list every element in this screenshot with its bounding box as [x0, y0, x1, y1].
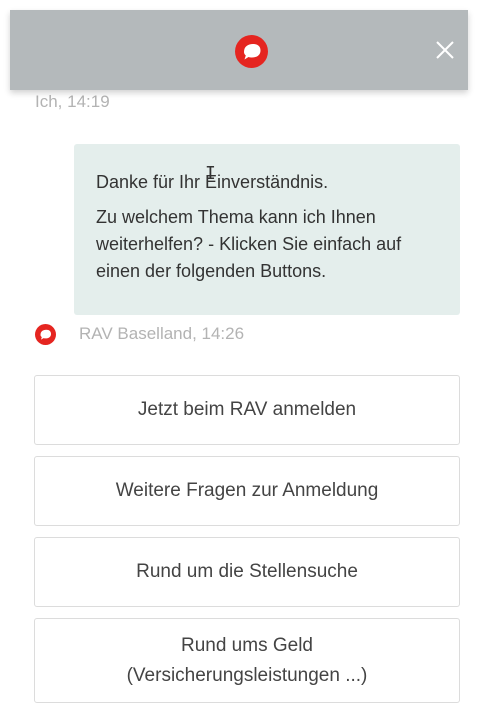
- button-label-line-1: Rund ums Geld: [180, 634, 313, 656]
- bot-message-line-1: Danke für Ihr Einverständnis.: [96, 172, 329, 192]
- bot-avatar-icon: [35, 323, 56, 345]
- button-label: Jetzt beim RAV anmelden: [137, 399, 357, 420]
- job-search-button[interactable]: Rund um die Stellensuche: [34, 537, 460, 607]
- bot-message-meta: RAV Baselland, 14:26: [35, 323, 244, 345]
- button-label-line-2: (Versicherungsleistungen ...): [126, 664, 368, 686]
- user-message-meta: Ich, 14:19: [35, 92, 110, 111]
- money-benefits-button[interactable]: Rund ums Geld (Versicherungsleistungen .…: [34, 618, 460, 703]
- bot-meta-text: RAV Baselland, 14:26: [79, 324, 245, 343]
- register-rav-button[interactable]: Jetzt beim RAV anmelden: [34, 375, 460, 445]
- button-label: Weitere Fragen zur Anmeldung: [115, 480, 379, 501]
- bot-message-line-2: Zu welchem Thema kann ich Ihnen weiterhe…: [96, 207, 402, 281]
- close-icon[interactable]: [434, 39, 456, 61]
- button-label: Rund um die Stellensuche: [136, 561, 358, 582]
- chat-logo-icon: [235, 35, 268, 68]
- registration-questions-button[interactable]: Weitere Fragen zur Anmeldung: [34, 456, 460, 526]
- text-cursor-icon: I: [205, 163, 216, 184]
- bot-message-bubble: Danke für Ihr Einverständnis. Zu welchem…: [74, 144, 460, 315]
- chat-header: [10, 10, 468, 90]
